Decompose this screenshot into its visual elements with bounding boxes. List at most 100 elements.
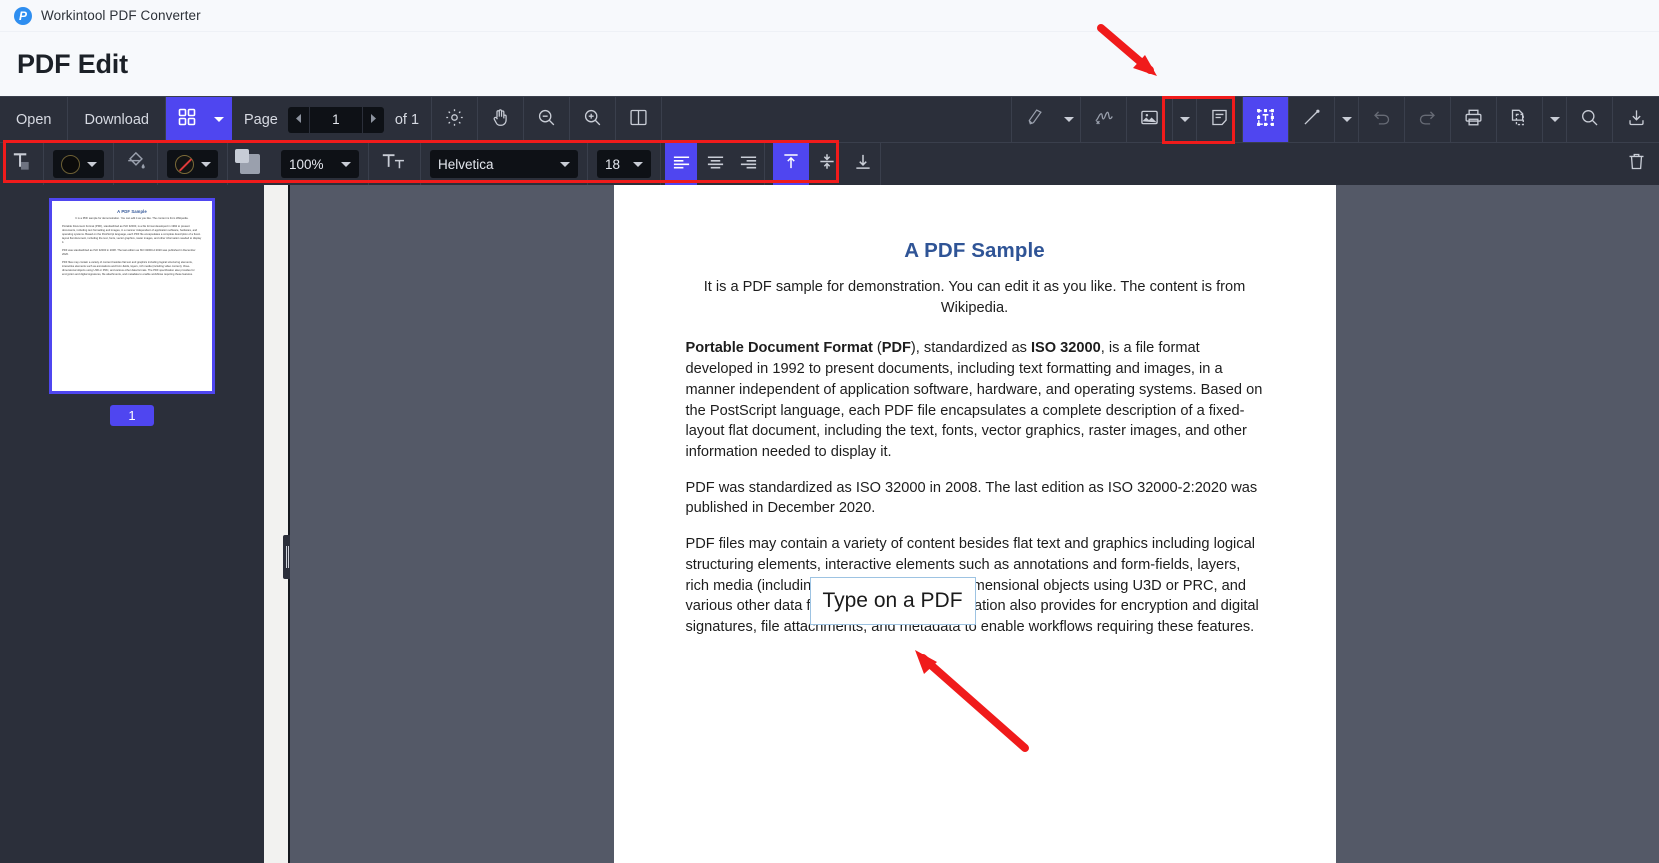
page-heading-bar: PDF Edit (0, 32, 1659, 96)
app-root: P Workintool PDF Converter PDF Edit Open… (0, 0, 1659, 863)
zoom-in-button[interactable] (570, 97, 616, 142)
font-size-select[interactable]: 18 (597, 150, 651, 178)
highlight-dropdown[interactable] (1057, 97, 1081, 142)
grip-line (288, 546, 289, 568)
download-save-icon (1626, 107, 1647, 133)
copy-page-icon (1509, 107, 1530, 133)
page-number-input[interactable] (310, 107, 362, 133)
save-button[interactable] (1613, 97, 1659, 142)
undo-button[interactable] (1359, 97, 1405, 142)
highlight-button[interactable] (1011, 97, 1057, 142)
align-right-button[interactable] (733, 143, 765, 185)
undo-icon (1371, 107, 1392, 133)
fill-color-picker[interactable] (167, 150, 218, 178)
add-textbox-button[interactable] (1243, 97, 1289, 142)
thumbnail-panel: A PDF Sample It is a PDF sample for demo… (0, 185, 264, 863)
workspace: A PDF Sample It is a PDF sample for demo… (0, 185, 1659, 863)
hand-pan-button[interactable] (478, 97, 524, 142)
triangle-left-icon (294, 111, 303, 129)
align-left-button[interactable] (665, 143, 697, 185)
font-style-button[interactable] (369, 143, 421, 185)
redo-icon (1417, 107, 1438, 133)
hand-pan-icon (490, 107, 511, 133)
thumbnail-page-badge[interactable]: 1 (110, 405, 154, 426)
workintool-p-logo-icon: P (14, 7, 32, 25)
pdf-page-1[interactable]: A PDF Sample It is a PDF sample for demo… (614, 185, 1336, 863)
valign-middle-button[interactable] (809, 143, 845, 185)
align-center-button[interactable] (699, 143, 731, 185)
opacity-button[interactable] (228, 143, 272, 185)
download-button[interactable]: Download (68, 97, 166, 142)
insert-image-icon (1139, 107, 1160, 133)
document-paragraph-1: Portable Document Format (PDF), standard… (686, 338, 1264, 462)
page-navigator: Page of 1 (232, 97, 432, 142)
copy-page-button[interactable] (1497, 97, 1543, 142)
chevron-down-icon (87, 162, 97, 167)
draw-line-button[interactable] (1289, 97, 1335, 142)
window-titlebar: P Workintool PDF Converter (0, 0, 1659, 32)
signature-button[interactable] (1081, 97, 1127, 142)
valign-bottom-button[interactable] (845, 143, 881, 185)
page-total-label: of 1 (395, 112, 419, 128)
grid-view-dropdown[interactable] (208, 97, 232, 142)
chevron-down-icon (1550, 117, 1560, 122)
insert-image-dropdown[interactable] (1173, 97, 1197, 142)
search-button[interactable] (1567, 97, 1613, 142)
fill-color-button[interactable] (114, 143, 158, 185)
grid-view-button[interactable] (166, 97, 208, 142)
bold-term: ISO 32000 (1031, 340, 1101, 356)
font-size-value: 18 (605, 157, 620, 172)
redo-button[interactable] (1405, 97, 1451, 142)
font-family-group: Helvetica (421, 143, 588, 185)
draw-line-icon (1301, 107, 1322, 133)
bold-term: Portable Document Format (686, 340, 873, 356)
highlighter-pen-icon (1024, 107, 1045, 133)
insert-image-button[interactable] (1127, 97, 1173, 142)
font-family-select[interactable]: Helvetica (430, 150, 578, 178)
zoom-out-button[interactable] (524, 97, 570, 142)
align-bottom-icon (853, 152, 873, 176)
thumbnail-subtitle: It is a PDF sample for demonstration. Yo… (62, 217, 202, 221)
color-swatch (61, 155, 80, 174)
thumbnail-page-1[interactable]: A PDF Sample It is a PDF sample for demo… (49, 198, 215, 394)
open-button[interactable]: Open (0, 97, 68, 142)
trash-icon (1626, 151, 1647, 177)
opacity-group: 100% (272, 143, 369, 185)
previous-page-button[interactable] (288, 107, 310, 133)
opacity-select[interactable]: 100% (281, 150, 359, 178)
add-textbox-icon (1254, 106, 1277, 134)
triangle-right-icon (369, 111, 378, 129)
align-right-icon (739, 154, 758, 175)
text-color-button[interactable] (0, 143, 44, 185)
magnifier-plus-icon (582, 107, 603, 133)
settings-button[interactable] (432, 97, 478, 142)
draw-line-dropdown[interactable] (1335, 97, 1359, 142)
text-color-icon (10, 150, 33, 178)
delete-button[interactable] (1613, 143, 1659, 185)
opacity-value: 100% (289, 157, 324, 172)
magnifier-minus-icon (536, 107, 557, 133)
valign-top-button[interactable] (773, 143, 809, 185)
text-color-swatch-group (44, 143, 114, 185)
page-layout-button[interactable] (616, 97, 662, 142)
document-paragraph-2: PDF was standardized as ISO 32000 in 200… (686, 478, 1264, 519)
thumbnail-paragraph: Portable Document Format (PDF), standard… (62, 225, 202, 245)
text-color-picker[interactable] (53, 150, 104, 178)
sticky-note-button[interactable] (1197, 97, 1243, 142)
copy-page-dropdown[interactable] (1543, 97, 1567, 142)
document-title: A PDF Sample (686, 239, 1264, 263)
toolbar-spacer (662, 97, 1011, 142)
panel-splitter[interactable] (264, 185, 290, 863)
chevron-down-icon (1180, 117, 1190, 122)
pdf-viewer[interactable]: A PDF Sample It is a PDF sample for demo… (290, 185, 1659, 863)
print-button[interactable] (1451, 97, 1497, 142)
thumbnail-paragraph: PDF was standardized as ISO 32000 in 200… (62, 249, 202, 257)
editable-textbox[interactable]: Type on a PDF (810, 577, 976, 625)
sticky-note-icon (1209, 107, 1230, 133)
align-left-icon (672, 154, 691, 175)
search-icon (1579, 107, 1600, 133)
font-size-tt-icon (381, 151, 408, 177)
next-page-button[interactable] (362, 107, 384, 133)
chevron-down-icon (201, 162, 211, 167)
grip-line (286, 546, 287, 568)
